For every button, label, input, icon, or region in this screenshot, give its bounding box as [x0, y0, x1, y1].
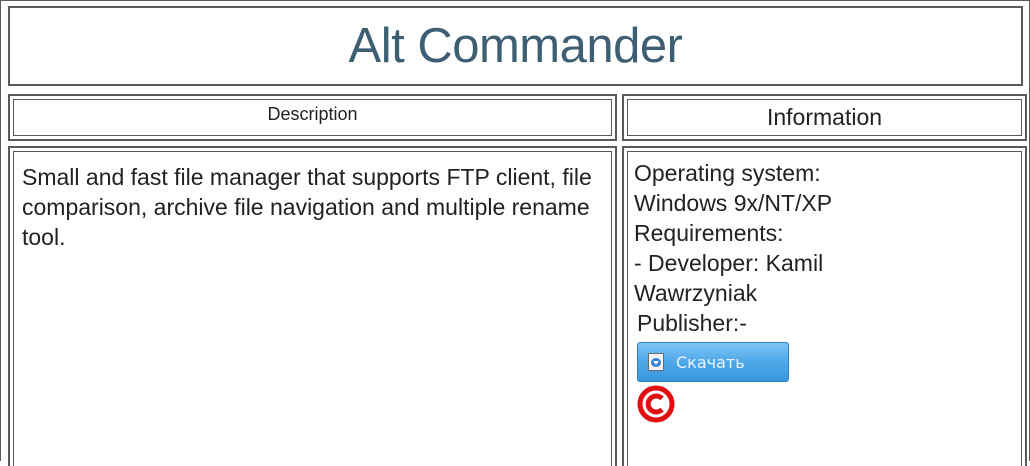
developer-name: Wawrzyniak: [634, 280, 758, 306]
os-label: Operating system:: [634, 160, 821, 186]
information-header: Information: [766, 104, 883, 130]
download-button-label: Скачать: [676, 352, 745, 372]
os-value: Windows 9x/NT/XP: [634, 190, 833, 216]
page-title: Alt Commander: [348, 19, 683, 73]
requirements-label: Requirements:: [634, 220, 784, 246]
developer-line: - Developer: Kamil: [634, 250, 824, 276]
download-icon: [648, 353, 664, 371]
publisher-line: Publisher:-: [637, 310, 747, 336]
information-header-cell: Information: [622, 94, 1027, 141]
description-header: Description: [267, 104, 358, 124]
copyright-icon: [637, 385, 675, 423]
information-cell: Operating system: Windows 9x/NT/XP Requi…: [622, 146, 1027, 466]
description-header-cell: Description: [8, 94, 617, 141]
download-button[interactable]: Скачать: [637, 342, 789, 382]
description-text: Small and fast file manager that support…: [22, 164, 592, 250]
title-cell: Alt Commander: [8, 6, 1023, 86]
description-cell: Small and fast file manager that support…: [8, 146, 617, 466]
